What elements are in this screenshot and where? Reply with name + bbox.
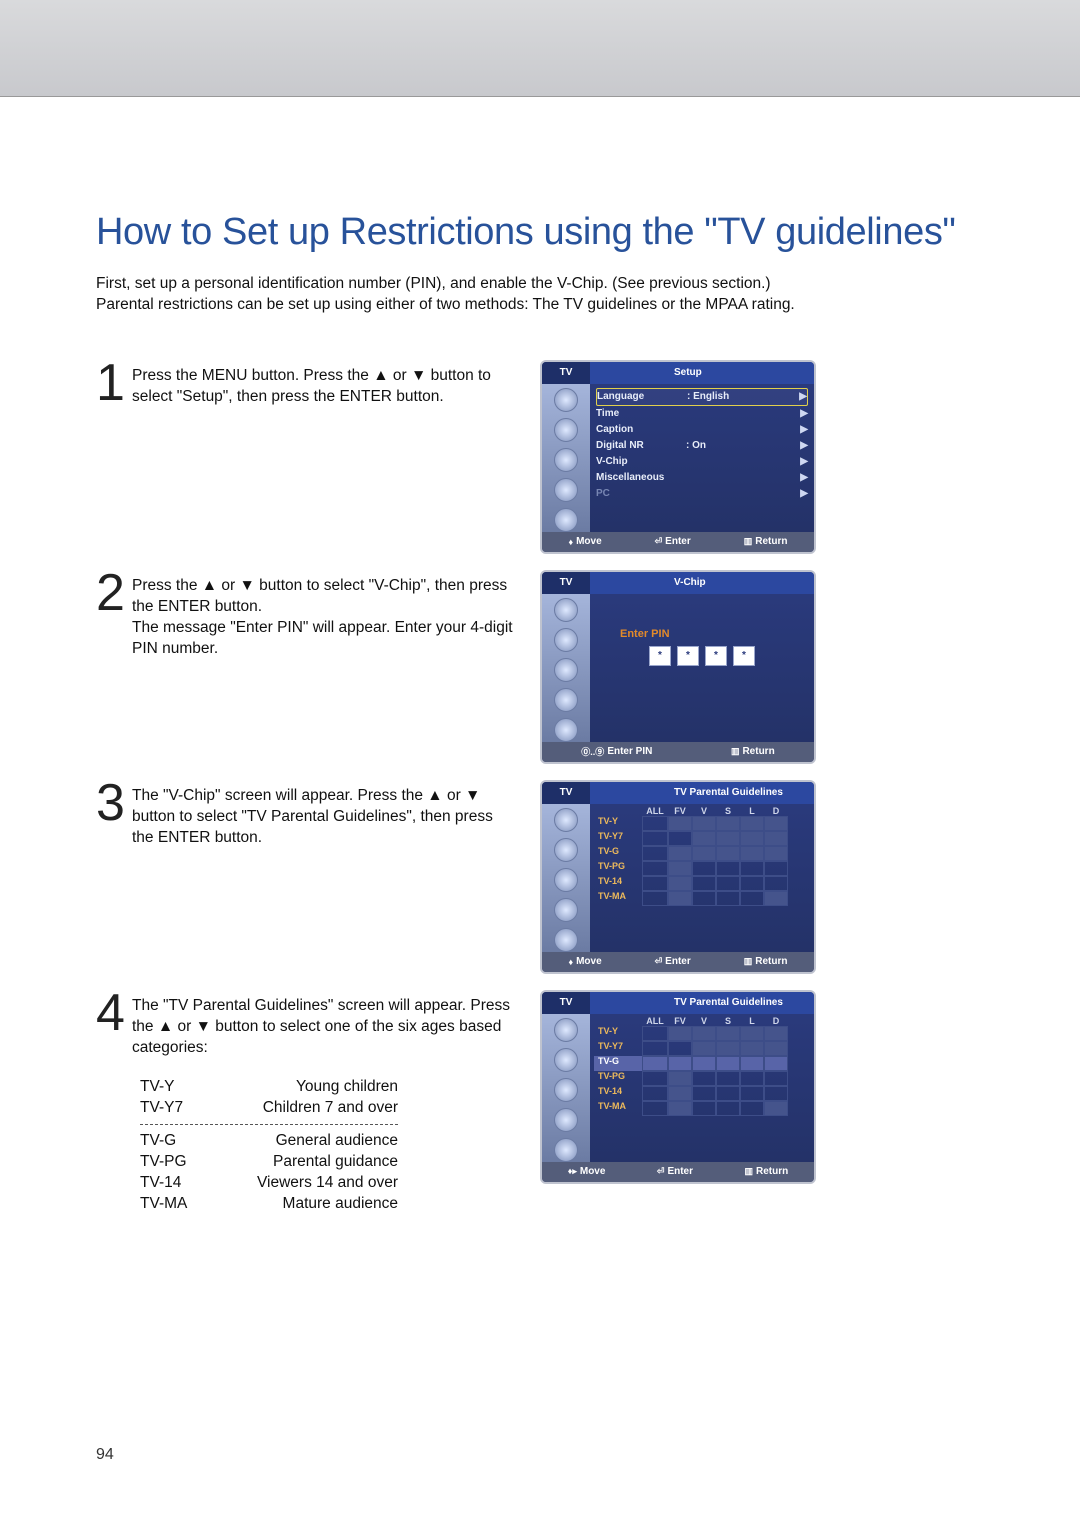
menu-item-digitalnr[interactable]: Digital NR: On▶ (596, 438, 808, 454)
menu-label: Language (597, 391, 683, 402)
menu-item-caption[interactable]: Caption▶ (596, 422, 808, 438)
menu-item-language[interactable]: Language : English ▶ (596, 388, 808, 406)
step-row-2: 2 Press the ▲ or ▼ button to select "V-C… (96, 570, 1008, 764)
step-row-1: 1 Press the MENU button. Press the ▲ or … (96, 360, 1008, 554)
menu-item-time[interactable]: Time▶ (596, 406, 808, 422)
osd-footer: ♦Move ⏎Enter ▥Return (542, 532, 814, 552)
step-number: 3 (96, 780, 132, 827)
step-text: The "TV Parental Guidelines" screen will… (132, 990, 516, 1059)
step-number: 1 (96, 360, 132, 407)
page-number: 94 (96, 1446, 114, 1464)
page-title: How to Set up Restrictions using the "TV… (96, 211, 1008, 254)
pin-input[interactable]: **** (596, 646, 808, 666)
menu-item-misc[interactable]: Miscellaneous▶ (596, 470, 808, 486)
osd-title: Setup (590, 362, 814, 384)
osd-source-label: TV (542, 362, 590, 384)
updown-icon: ♦ (568, 537, 573, 547)
ratings-table: TV-YYoung children TV-Y7Children 7 and o… (140, 1077, 398, 1216)
return-icon: ▥ (744, 536, 753, 547)
grid-ratings: TV-YTV-Y7TV-GTV-PGTV-14TV-MA (594, 816, 642, 906)
osd-guidelines-2: TVTV Parental Guidelines ALLFVVSLD TV-YT… (540, 990, 816, 1184)
enter-icon: ⏎ (655, 536, 663, 547)
menu-item-pc[interactable]: PC▶ (596, 486, 808, 502)
enter-pin-label: Enter PIN (620, 628, 808, 640)
grid-head: ALLFVVSLD (642, 806, 810, 816)
menu-item-vchip[interactable]: V-Chip▶ (596, 454, 808, 470)
grid-cells[interactable] (642, 816, 810, 906)
step-text: Press the ▲ or ▼ button to select "V-Chi… (132, 570, 516, 660)
osd-side-icons (542, 384, 590, 532)
grid-cells[interactable] (642, 1026, 810, 1116)
digits-icon: ⓪..⑨ (581, 745, 604, 758)
osd-pin-screenshot: TVV-Chip Enter PIN **** ⓪..⑨Enter PIN ▥R… (540, 570, 816, 764)
step-number: 2 (96, 570, 132, 617)
step-row-4: 4 The "TV Parental Guidelines" screen wi… (96, 990, 1008, 1215)
step-number: 4 (96, 990, 132, 1059)
step-row-3: 3 The "V-Chip" screen will appear. Press… (96, 780, 1008, 974)
chevron-right-icon: ▶ (799, 391, 807, 402)
return-icon: ▥ (731, 746, 740, 757)
osd-setup-screenshot: TV Setup Language : English ▶ Time▶ Capt… (540, 360, 816, 554)
osd-guidelines-1: TVTV Parental Guidelines ALLFVVSLD TV-YT… (540, 780, 816, 974)
step-text: The "V-Chip" screen will appear. Press t… (132, 780, 516, 849)
menu-value: : English (687, 391, 795, 402)
intro-text: First, set up a personal identification … (96, 274, 1008, 316)
step-text: Press the MENU button. Press the ▲ or ▼ … (132, 360, 516, 408)
